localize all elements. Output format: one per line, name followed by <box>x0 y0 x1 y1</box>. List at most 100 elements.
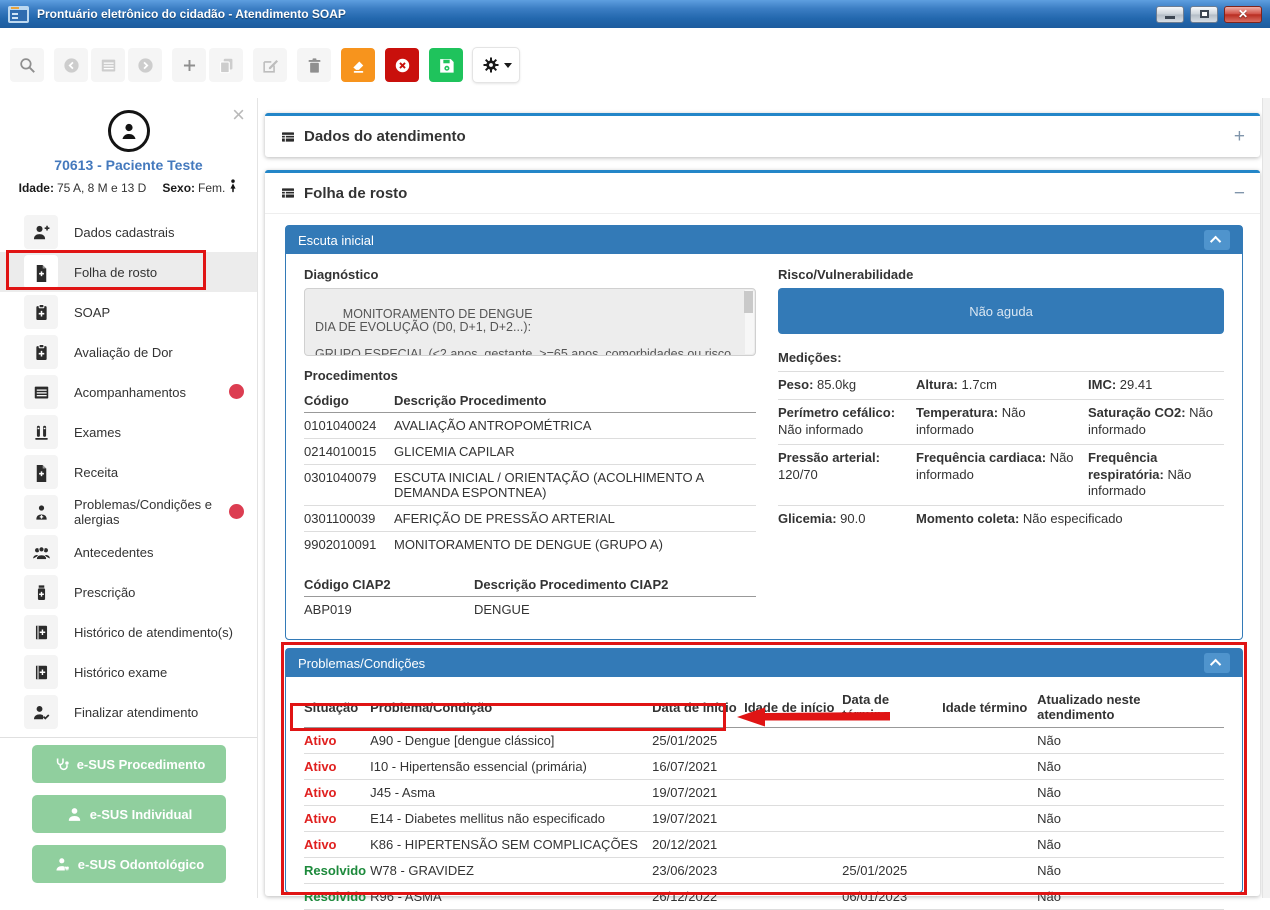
medicoes-row: Perímetro cefálico: Não informado Temper… <box>778 399 1224 444</box>
scrollbar-thumb[interactable] <box>744 291 753 313</box>
people-icon <box>24 535 58 569</box>
plus-icon <box>180 56 199 75</box>
esus-individual-button[interactable]: e-SUS Individual <box>32 795 226 833</box>
sidebar-item-finalizar-atendimento[interactable]: Finalizar atendimento <box>0 692 257 732</box>
clear-button[interactable] <box>341 48 375 82</box>
sidebar-item-historico-exame[interactable]: Histórico exame <box>0 652 257 692</box>
column-header: Atualizado neste atendimento <box>1037 687 1224 728</box>
medicine-bottle-icon <box>24 575 58 609</box>
scrollbar-track[interactable] <box>1262 98 1270 898</box>
save-button[interactable] <box>429 48 463 82</box>
records-list-button[interactable] <box>91 48 125 82</box>
add-button[interactable] <box>172 48 206 82</box>
expand-toggle[interactable]: + <box>1234 127 1245 146</box>
sidebar-item-avaliacao-de-dor[interactable]: Avaliação de Dor <box>0 332 257 372</box>
sidebar-item-acompanhamentos[interactable]: Acompanhamentos <box>0 372 257 412</box>
previous-button[interactable] <box>54 48 88 82</box>
notification-badge <box>229 504 244 519</box>
chevron-up-icon <box>1210 659 1221 670</box>
arrow-left-circle-icon <box>62 56 81 75</box>
title-bar: Prontuário eletrônico do cidadão - Atend… <box>0 0 1270 28</box>
table-row: AtivoJ45 - Asma19/07/2021Não <box>304 780 1224 806</box>
close-patient-panel-icon[interactable]: × <box>232 104 245 126</box>
person-icon <box>66 806 83 823</box>
divider <box>0 737 257 738</box>
sex-value: Fem. <box>198 181 225 195</box>
medicoes-row: Peso: 85.0kg Altura: 1.7cm IMC: 29.41 <box>778 371 1224 399</box>
collapse-button[interactable] <box>1204 230 1230 250</box>
close-icon: ✕ <box>1238 8 1248 20</box>
diagnostico-textarea[interactable]: MONITORAMENTO DE DENGUE DIA DE EVOLUÇÃO … <box>304 288 756 356</box>
medicoes-label: Medições: <box>778 350 1224 365</box>
dentist-icon <box>54 856 71 873</box>
trash-icon <box>305 56 324 75</box>
clipboard-plus-icon <box>24 295 58 329</box>
esus-odontologico-button[interactable]: e-SUS Odontológico <box>32 845 226 883</box>
list-icon <box>24 375 58 409</box>
minimize-button[interactable] <box>1156 6 1184 23</box>
restore-button[interactable] <box>1190 6 1218 23</box>
caret-down-icon <box>504 63 512 68</box>
sidebar-item-soap[interactable]: SOAP <box>0 292 257 332</box>
sidebar-item-receita[interactable]: Receita <box>0 452 257 492</box>
minimize-icon <box>1165 16 1175 19</box>
esus-buttons: e-SUS Procedimento e-SUS Individual e-SU… <box>32 745 226 883</box>
sidebar-item-exames[interactable]: Exames <box>0 412 257 452</box>
table-icon <box>280 185 296 201</box>
sidebar-menu: Dados cadastrais Folha de rosto SOAP Ava… <box>0 212 257 732</box>
toolbar <box>10 48 519 82</box>
table-row: 0214010015GLICEMIA CAPILAR <box>304 439 756 465</box>
table-row: AtivoA90 - Dengue [dengue clássico]25/01… <box>304 728 1224 754</box>
column-header: Código CIAP2 <box>304 573 474 597</box>
edit-icon <box>261 56 280 75</box>
collapse-button[interactable] <box>1204 653 1230 673</box>
sidebar-item-prescricao[interactable]: Prescrição <box>0 572 257 612</box>
clipboard-plus-icon <box>24 335 58 369</box>
column-header: Descrição Procedimento <box>394 389 756 413</box>
medicoes-row: Pressão arterial: 120/70 Frequência card… <box>778 444 1224 506</box>
book-plus-icon <box>24 615 58 649</box>
age-value: 75 A, 8 M e 13 D <box>57 181 146 195</box>
search-button[interactable] <box>10 48 44 82</box>
copy-button[interactable] <box>209 48 243 82</box>
file-plus-icon <box>24 255 58 289</box>
app-icon <box>8 6 29 23</box>
sidebar-item-dados-cadastrais[interactable]: Dados cadastrais <box>0 212 257 252</box>
panel-escuta-inicial: Escuta inicial Diagnóstico MONITORAMENTO… <box>285 225 1243 640</box>
sidebar-item-problemas-condicoes-alergias[interactable]: Problemas/Condições e alergias <box>0 492 257 532</box>
sidebar-item-folha-de-rosto[interactable]: Folha de rosto <box>0 252 257 292</box>
person-icon <box>117 119 141 143</box>
table-row: AtivoE14 - Diabetes mellitus não especif… <box>304 806 1224 832</box>
book-plus-icon <box>24 655 58 689</box>
panel-title: Dados do atendimento <box>304 128 466 145</box>
table-row: ResolvidoR96 - ASMA26/12/202206/01/2023N… <box>304 884 1224 910</box>
close-button[interactable]: ✕ <box>1224 6 1262 23</box>
sidebar: × 70613 - Paciente Teste Idade:75 A, 8 M… <box>0 98 258 898</box>
procedimentos-table: Código Descrição Procedimento 0101040024… <box>304 389 756 557</box>
window-title: Prontuário eletrônico do cidadão - Atend… <box>37 7 346 21</box>
settings-menu-button[interactable] <box>473 48 519 82</box>
patient-meta: Idade:75 A, 8 M e 13 D Sexo:Fem. <box>0 179 257 196</box>
table-row: 9902010091MONITORAMENTO DE DENGUE (GRUPO… <box>304 532 756 558</box>
scrollbar-track[interactable] <box>745 290 754 354</box>
next-button[interactable] <box>128 48 162 82</box>
gear-icon <box>481 55 501 75</box>
sidebar-item-antecedentes[interactable]: Antecedentes <box>0 532 257 572</box>
edit-button[interactable] <box>253 48 287 82</box>
escuta-inicial-title: Escuta inicial <box>298 233 374 248</box>
table-row: ResolvidoW78 - GRAVIDEZ23/06/202325/01/2… <box>304 858 1224 884</box>
person-plus-icon <box>24 215 58 249</box>
sidebar-item-historico-atendimentos[interactable]: Histórico de atendimento(s) <box>0 612 257 652</box>
collapse-toggle[interactable]: − <box>1234 184 1245 203</box>
test-tubes-icon <box>24 415 58 449</box>
female-icon <box>228 179 238 196</box>
stethoscope-icon <box>53 756 70 773</box>
cancel-button[interactable] <box>385 48 419 82</box>
search-icon <box>18 56 37 75</box>
delete-button[interactable] <box>297 48 331 82</box>
notification-badge <box>229 384 244 399</box>
table-row: AtivoI10 - Hipertensão essencial (primár… <box>304 754 1224 780</box>
esus-procedimento-button[interactable]: e-SUS Procedimento <box>32 745 226 783</box>
problemas-table: Situação Problema/Condição Data de iníci… <box>304 687 1224 910</box>
risco-value-button[interactable]: Não aguda <box>778 288 1224 334</box>
